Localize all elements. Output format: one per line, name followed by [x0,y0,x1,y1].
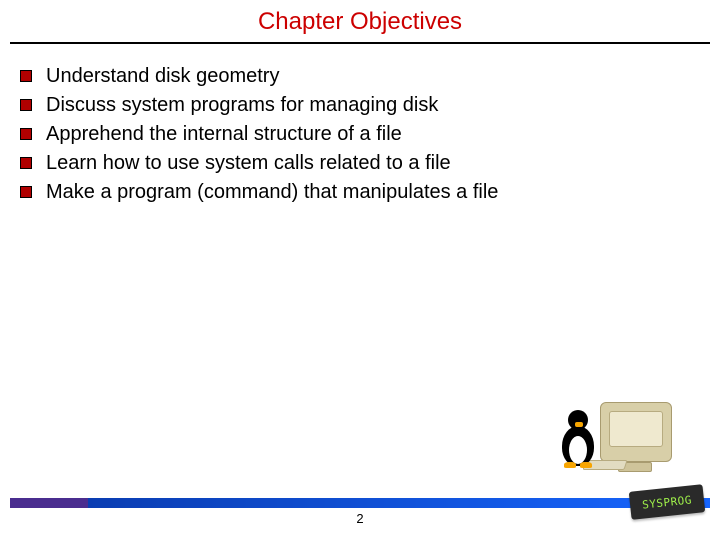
list-item-text: Understand disk geometry [46,64,279,89]
list-item-text: Discuss system programs for managing dis… [46,93,438,118]
slide: Chapter Objectives Understand disk geome… [0,0,720,540]
bullet-icon [20,128,32,140]
sysprog-logo-text: SYSPROG [629,484,706,520]
list-item-text: Apprehend the internal structure of a fi… [46,122,402,147]
bullet-icon [20,186,32,198]
list-item: Make a program (command) that manipulate… [20,180,700,205]
bullet-icon [20,157,32,169]
slide-title: Chapter Objectives [0,0,720,42]
list-item: Apprehend the internal structure of a fi… [20,122,700,147]
footer-bar-segment-left [10,498,88,508]
list-item-text: Learn how to use system calls related to… [46,151,451,176]
sysprog-logo: SYSPROG [624,488,710,522]
objectives-list: Understand disk geometry Discuss system … [20,64,700,205]
bullet-icon [20,99,32,111]
content-area: Understand disk geometry Discuss system … [0,44,720,205]
penguin-icon [558,410,598,466]
footer-bar-segment-right [88,498,710,508]
list-item: Learn how to use system calls related to… [20,151,700,176]
penguin-computer-illustration [552,382,672,472]
list-item: Understand disk geometry [20,64,700,89]
page-number: 2 [0,511,720,526]
footer-accent-bar [10,498,710,508]
list-item: Discuss system programs for managing dis… [20,93,700,118]
list-item-text: Make a program (command) that manipulate… [46,180,498,205]
bullet-icon [20,70,32,82]
monitor-icon [600,402,672,462]
